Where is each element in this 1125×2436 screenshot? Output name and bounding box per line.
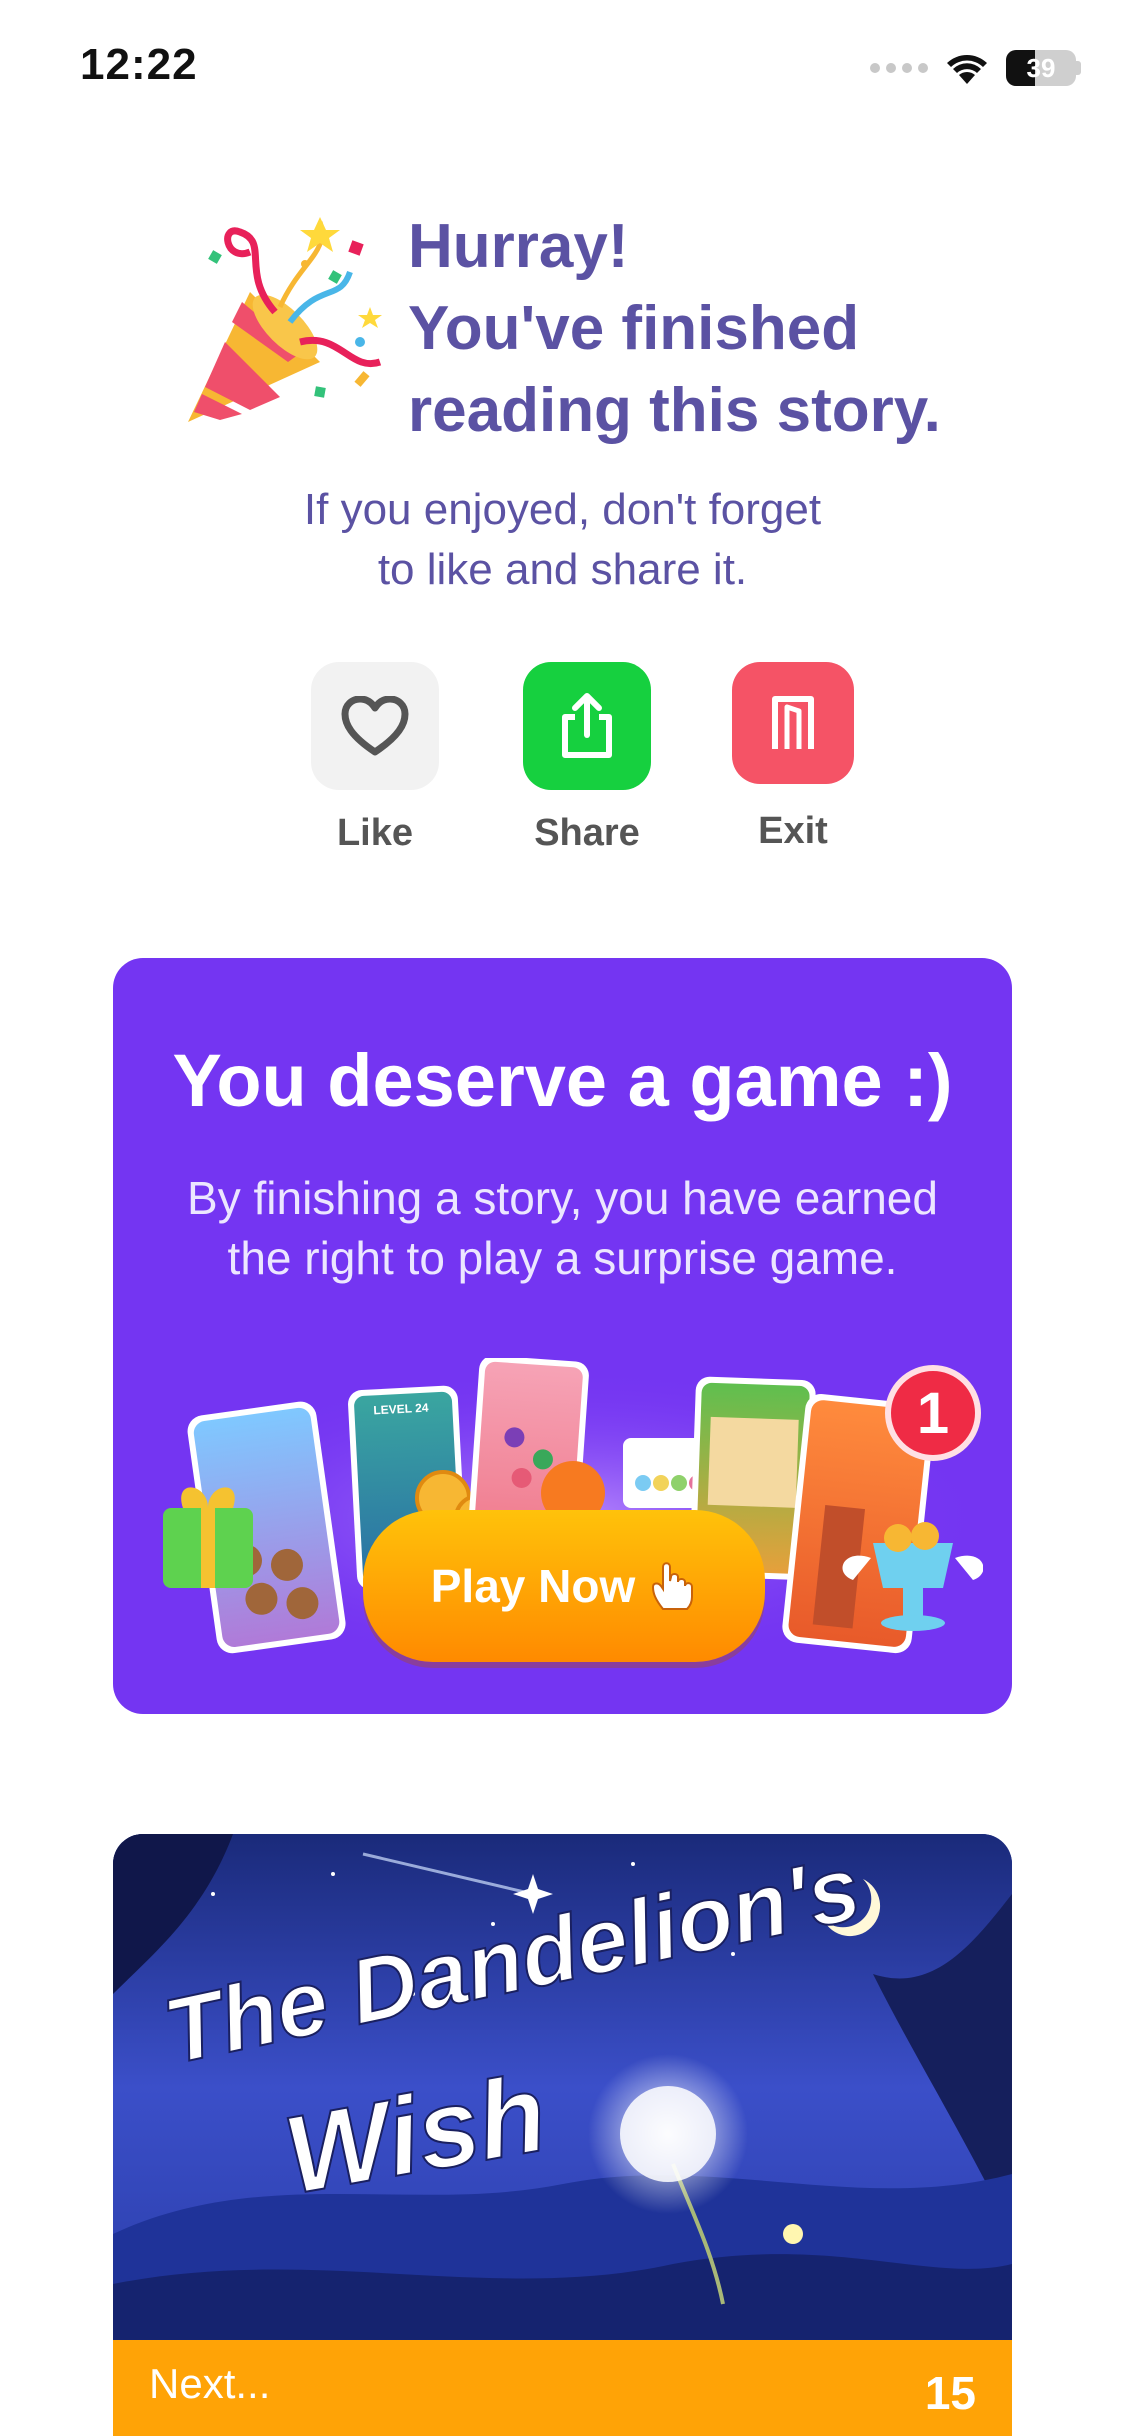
game-card-subtitle-line-2: the right to play a surprise game. [227, 1232, 898, 1284]
share-label: Share [534, 812, 640, 854]
pointing-hand-icon [652, 1562, 694, 1610]
completion-subtitle-line-2: to like and share it. [377, 545, 748, 594]
wifi-icon [947, 55, 987, 84]
play-now-button[interactable]: Play Now [363, 1510, 765, 1662]
story-title-line-1: The Dandelion's [156, 1837, 869, 2084]
game-card-subtitle: By finishing a story, you have earned th… [113, 1168, 1012, 1288]
like-button[interactable] [311, 662, 439, 790]
like-action[interactable]: Like [305, 662, 445, 855]
story-title-art: The Dandelion's Wish [155, 1836, 870, 2219]
share-action[interactable]: Share [517, 662, 657, 855]
heart-icon [341, 696, 409, 756]
battery-level: 39 [1026, 52, 1056, 83]
exit-button[interactable] [732, 662, 854, 784]
game-card-subtitle-line-1: By finishing a story, you have earned [187, 1172, 938, 1224]
status-icons: 39 [870, 48, 1081, 88]
completion-title-line-3: reading this story. [408, 376, 941, 445]
share-button[interactable] [523, 662, 651, 790]
party-popper-icon [188, 217, 382, 422]
story-title-line-2: Wish [276, 2051, 555, 2218]
status-bar: 12:22 39 [0, 0, 1125, 140]
completion-subtitle-line-1: If you enjoyed, don't forget [303, 485, 822, 534]
exit-label: Exit [758, 810, 828, 852]
next-label: Next... [149, 2360, 271, 2407]
play-now-label: Play Now [430, 1560, 636, 1612]
next-story-card[interactable]: The Dandelion's Wish Next... 15 [113, 1834, 1012, 2436]
exit-action[interactable]: Exit [723, 662, 863, 853]
cellular-signal-icon [870, 63, 928, 73]
status-time: 12:22 [80, 40, 198, 89]
exit-door-icon [772, 696, 814, 749]
share-icon [562, 693, 612, 758]
badge-number: 1 [917, 1381, 949, 1446]
like-label: Like [336, 812, 414, 854]
completion-subtitle: If you enjoyed, don't forget to like and… [0, 480, 1125, 600]
game-card-title: You deserve a game :) [172, 1039, 953, 1122]
notification-badge: 1 [885, 1365, 981, 1461]
surprise-game-card[interactable]: You deserve a game :) By finishing a sto… [113, 958, 1012, 1714]
completion-title-line-2: You've finished [408, 294, 860, 363]
level-label: LEVEL 24 [373, 1401, 429, 1418]
next-countdown: 15 [924, 2367, 976, 2419]
completion-title: Hurray! You've finished reading this sto… [408, 206, 1028, 452]
battery-icon: 39 [1006, 50, 1076, 86]
next-story-bar[interactable]: Next... 15 [113, 2340, 1012, 2436]
completion-title-line-1: Hurray! [408, 212, 629, 281]
